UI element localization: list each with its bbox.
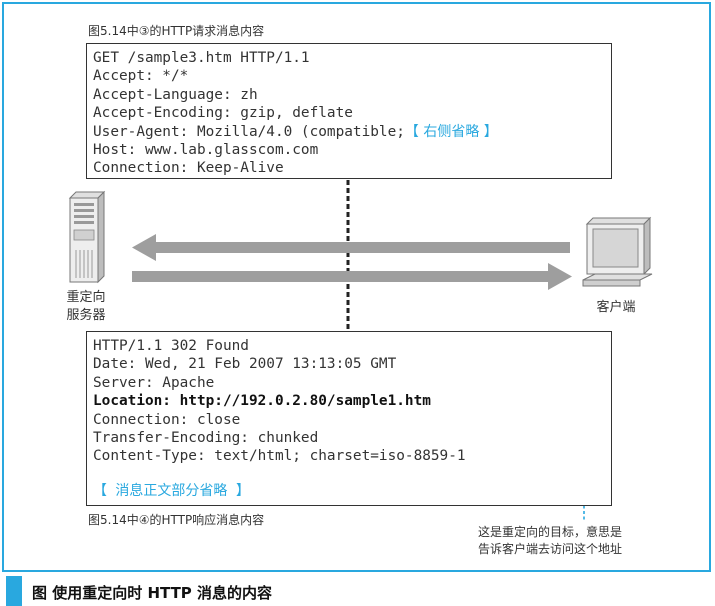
redirect-annotation: 这是重定向的目标，意思是 告诉客户端去访问这个地址 (478, 524, 622, 558)
connection-line: Connection: Keep-Alive (93, 160, 284, 177)
server-label: 重定向 服务器 (58, 289, 114, 325)
accept-encoding-line: Accept-Encoding: gzip, deflate (93, 105, 353, 122)
server-label-line1: 重定向 (66, 290, 106, 305)
date-line: Date: Wed, 21 Feb 2007 13:13:05 GMT (93, 356, 397, 373)
response-caption: 图5.14中④的HTTP响应消息内容 (88, 513, 265, 527)
annotation-line2: 告诉客户端去访问这个地址 (478, 542, 623, 556)
user-agent-text: User-Agent: Mozilla/4.0 (compatible; (93, 123, 405, 140)
accept-line: Accept: */* (93, 68, 189, 85)
location-line: Location: http://192.0.2.80/sample1.htm (93, 393, 431, 410)
user-agent-omitted-note: 【 右侧省略 】 (404, 123, 498, 140)
figure-title: 图 使用重定向时 HTTP 消息的内容 (32, 584, 273, 602)
user-agent-line: User-Agent: Mozilla/4.0 (compatible;【 右侧… (93, 123, 611, 141)
content-type-line: Content-Type: text/html; charset=iso-885… (93, 448, 466, 465)
status-line: HTTP/1.1 302 Found (93, 338, 249, 354)
transfer-encoding-line: Transfer-Encoding: chunked (93, 430, 319, 447)
figure-footer: 图 使用重定向时 HTTP 消息的内容 (0, 576, 715, 606)
client-label: 客户端 (596, 300, 636, 315)
body-omitted-note: 【 消息正文部分省略 】 (93, 483, 250, 499)
request-line: GET /sample3.htm HTTP/1.1 (93, 50, 310, 66)
footer-accent-bar (6, 576, 22, 606)
arrow-to-server (132, 234, 570, 261)
computer-icon (582, 216, 653, 287)
server-icon (68, 190, 106, 284)
annotation-line1: 这是重定向的目标，意思是 (478, 525, 623, 539)
connection-close-line: Connection: close (93, 411, 241, 428)
accept-language-line: Accept-Language: zh (93, 86, 258, 103)
request-message-box: GET /sample3.htm HTTP/1.1 Accept: */* Acce… (86, 43, 612, 179)
server-line: Server: Apache (93, 374, 215, 391)
arrow-to-client (132, 263, 572, 290)
host-line: Host: www.lab.glasscom.com (93, 142, 319, 159)
server-label-line2: 服务器 (66, 308, 106, 323)
response-message-box: HTTP/1.1 302 Found Date: Wed, 21 Feb 2007… (86, 331, 612, 506)
